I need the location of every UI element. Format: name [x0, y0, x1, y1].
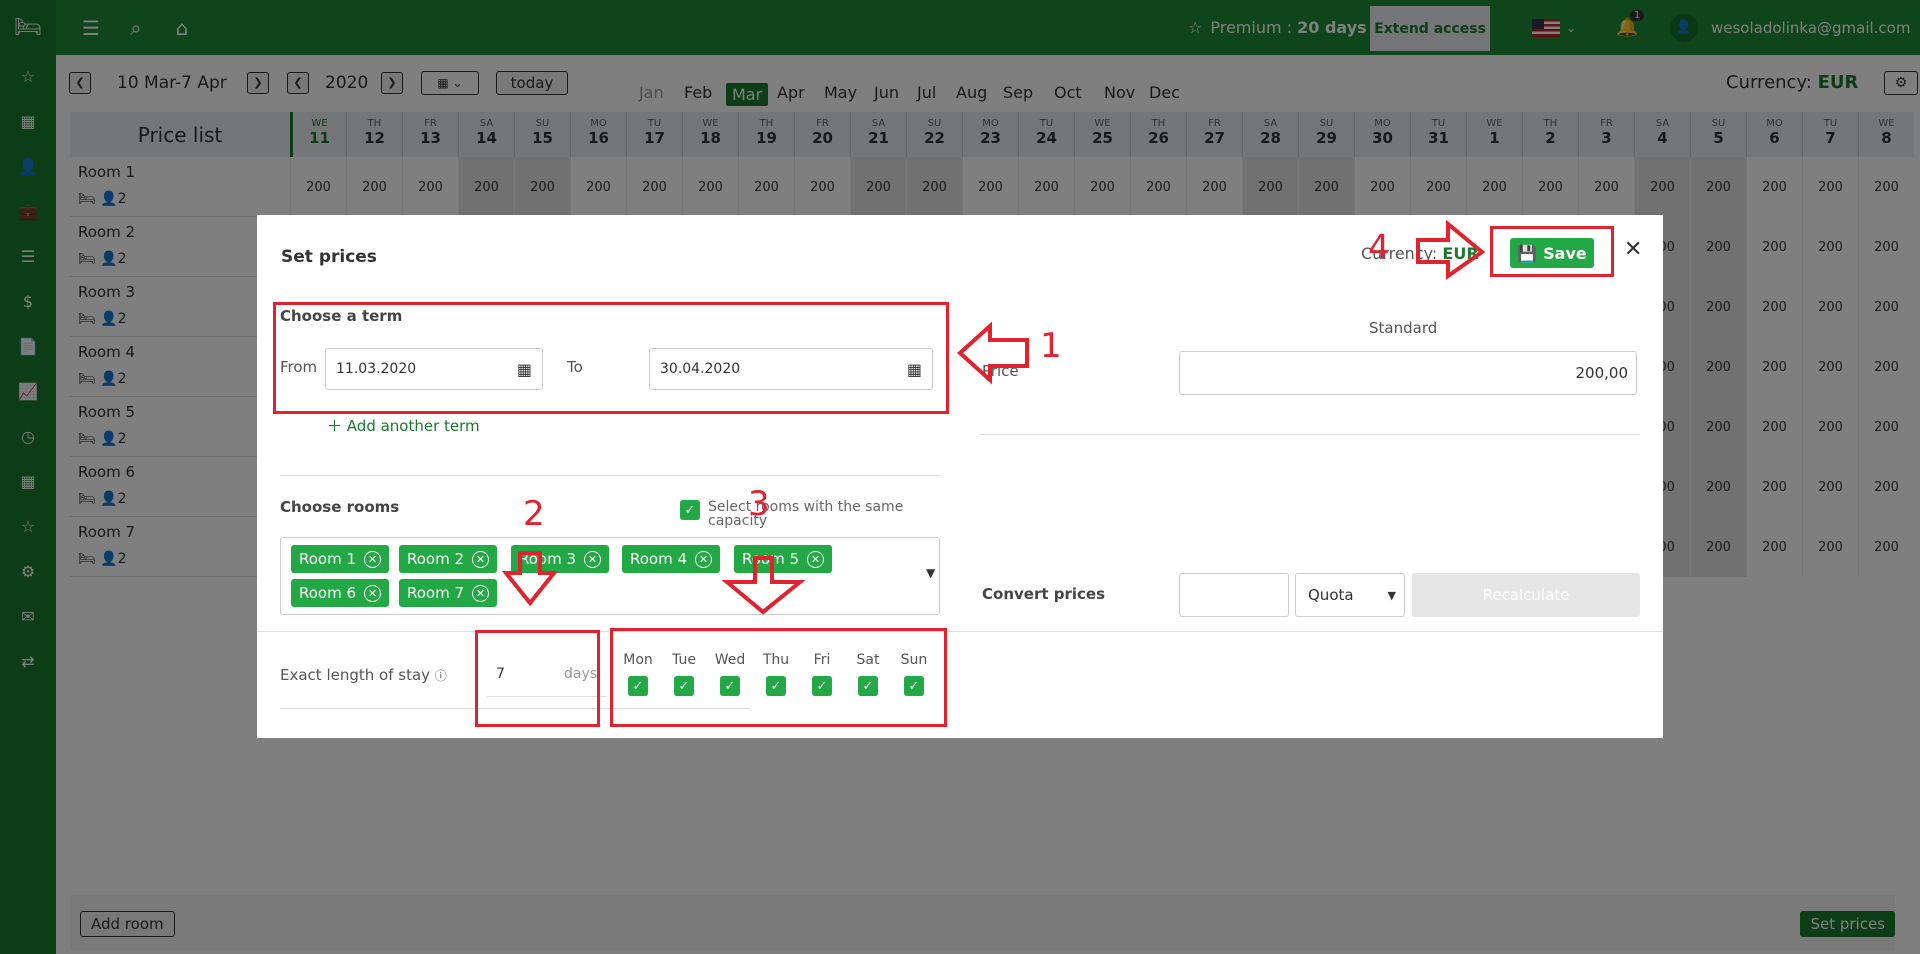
recalculate-button[interactable]: Recalculate	[1412, 573, 1640, 617]
room-chip-label: Room 4	[630, 550, 688, 568]
price-input[interactable]: 200,00	[1179, 351, 1637, 395]
remove-chip-icon[interactable]: ✕	[364, 550, 382, 568]
dropdown-caret-icon[interactable]: ▼	[926, 566, 935, 580]
help-icon[interactable]: ⓘ	[435, 669, 447, 683]
set-prices-dialog: Set prices Currency: EUR 💾 Save ✕ Choose …	[257, 215, 1663, 738]
room-chip-label: Room 1	[299, 550, 357, 568]
room-chip: Room 1 ✕	[291, 545, 390, 573]
room-chip: Room 7 ✕	[399, 579, 498, 607]
annotation-box-term	[273, 302, 949, 414]
rooms-multiselect[interactable]: Room 1 ✕ Room 2 ✕ Room 3 ✕ Room 4 ✕ Room 5 ✕ Room …	[280, 537, 940, 615]
divider	[980, 434, 1640, 435]
check-icon[interactable]: ✓	[680, 500, 700, 520]
annotation-number: 3	[748, 484, 770, 524]
room-chip-label: Room 2	[407, 550, 465, 568]
remove-chip-icon[interactable]: ✕	[472, 550, 490, 568]
room-chip: Room 3 ✕	[511, 545, 610, 573]
remove-chip-icon[interactable]: ✕	[695, 550, 713, 568]
annotation-box-save	[1490, 226, 1614, 277]
annotation-box-stay	[475, 630, 600, 727]
dialog-title: Set prices	[281, 247, 377, 267]
annotation-number: 4	[1368, 228, 1390, 268]
close-icon[interactable]: ✕	[1624, 237, 1642, 262]
price-label: Price	[982, 362, 1019, 380]
divider	[257, 631, 1663, 632]
room-chip: Room 6 ✕	[291, 579, 390, 607]
convert-value-input[interactable]	[1179, 573, 1289, 617]
annotation-number: 2	[523, 494, 545, 534]
convert-mode-value: Quota	[1308, 586, 1354, 604]
dropdown-caret-icon: ▼	[1387, 588, 1396, 602]
room-chip-label: Room 6	[299, 584, 357, 602]
remove-chip-icon[interactable]: ✕	[364, 584, 382, 602]
dialog-currency-value: EUR	[1442, 244, 1479, 263]
remove-chip-icon[interactable]: ✕	[807, 550, 825, 568]
annotation-box-weekdays	[610, 628, 947, 727]
rooms-section-title: Choose rooms	[280, 498, 400, 516]
room-chip-label: Room 5	[742, 550, 800, 568]
room-chip: Room 2 ✕	[399, 545, 498, 573]
plus-icon: ＋	[327, 417, 343, 435]
standard-label: Standard	[1369, 319, 1438, 337]
convert-prices-label: Convert prices	[982, 585, 1106, 603]
room-chip: Room 4 ✕	[622, 545, 721, 573]
add-term-link[interactable]: ＋ Add another term	[327, 415, 480, 436]
stay-length-label: Exact length of stay ⓘ	[280, 666, 447, 684]
remove-chip-icon[interactable]: ✕	[472, 584, 490, 602]
divider	[280, 475, 940, 476]
room-chip-label: Room 7	[407, 584, 465, 602]
same-capacity-checkbox[interactable]: ✓ Select rooms with the same capacity	[680, 500, 920, 528]
room-chip: Room 5 ✕	[734, 545, 833, 573]
annotation-number: 1	[1040, 326, 1062, 366]
convert-mode-select[interactable]: Quota ▼	[1295, 573, 1405, 617]
same-capacity-label: Select rooms with the same capacity	[708, 499, 904, 529]
remove-chip-icon[interactable]: ✕	[584, 550, 602, 568]
stay-length-text: Exact length of stay	[280, 666, 431, 684]
add-term-label: Add another term	[346, 417, 480, 435]
room-chip-label: Room 3	[519, 550, 577, 568]
